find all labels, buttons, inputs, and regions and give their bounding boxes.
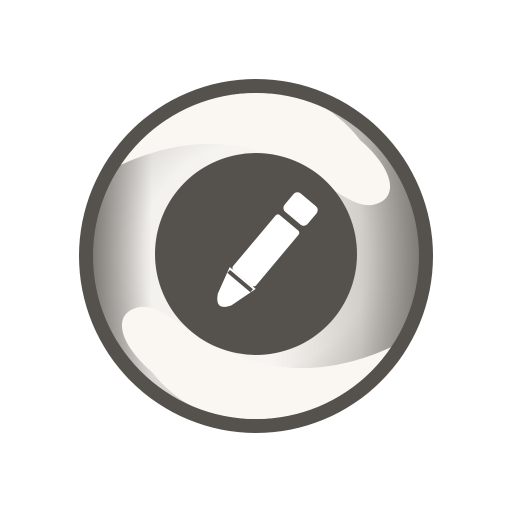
pencil-app-icon[interactable] [0,0,512,512]
icon-canvas [0,0,512,512]
